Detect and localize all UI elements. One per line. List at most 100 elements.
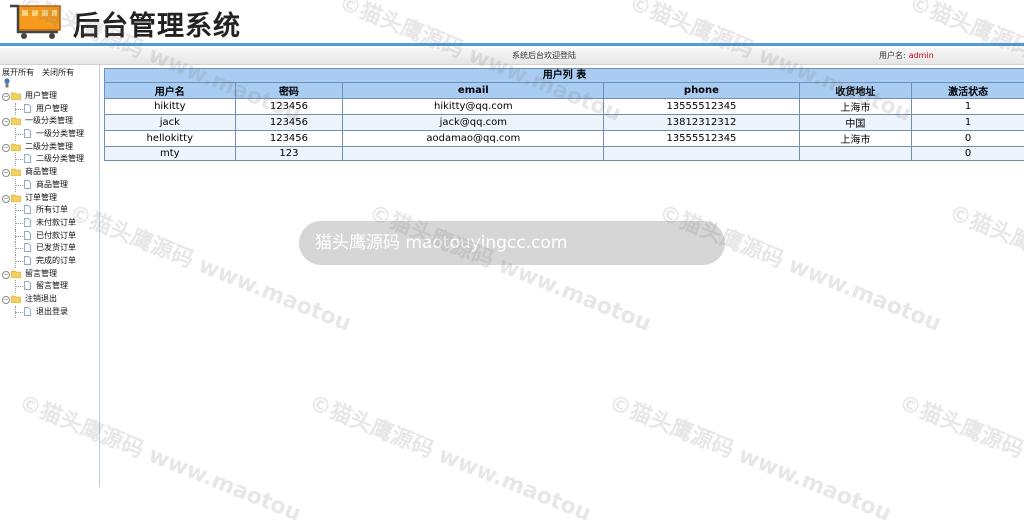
collapse-toggle-icon[interactable]: −	[2, 169, 10, 177]
document-icon	[24, 281, 31, 290]
tree-line	[15, 286, 23, 287]
table-cell: hikitty@qq.com	[343, 99, 604, 115]
status-bar: 系统后台欢迎登陆 用户名:admin	[0, 48, 1024, 65]
column-header: 激活状态	[912, 83, 1024, 99]
sidebar-group[interactable]: − 二级分类管理	[0, 141, 99, 154]
sidebar-item[interactable]: 已付款订单	[0, 230, 99, 243]
document-icon	[24, 218, 31, 227]
sidebar-item[interactable]: 二级分类管理	[0, 153, 99, 166]
table-cell: 13812312312	[604, 115, 799, 131]
table-row[interactable]: jack123456jack@qq.com13812312312中国1	[105, 115, 1024, 131]
table-cell: 0	[912, 147, 1024, 161]
sidebar-item[interactable]: 已发货订单	[0, 242, 99, 255]
sidebar-item[interactable]: 未付款订单	[0, 217, 99, 230]
table-row[interactable]: mty123 0	[105, 147, 1024, 161]
collapse-toggle-icon[interactable]: −	[2, 118, 10, 126]
shopping-cart-icon	[8, 2, 64, 40]
sidebar-item[interactable]: 退出登录	[0, 306, 99, 319]
column-header: 密码	[235, 83, 343, 99]
table-cell	[799, 147, 912, 161]
watermark-banner: 猫头鹰源码 maotouyingcc.com	[299, 221, 725, 265]
sidebar-group-label: 一级分类管理	[25, 115, 73, 128]
document-icon	[24, 129, 31, 138]
sidebar-item[interactable]: 留言管理	[0, 280, 99, 293]
folder-icon	[11, 92, 21, 100]
user-label: 用户名:	[879, 51, 906, 60]
app-header: 后台管理系统	[0, 0, 1024, 44]
collapse-toggle-icon[interactable]: −	[2, 144, 10, 152]
table-cell: 1	[912, 115, 1024, 131]
sidebar-item[interactable]: 完成的订单	[0, 255, 99, 268]
sidebar-item-label: 已发货订单	[36, 242, 76, 255]
tree-line	[15, 261, 23, 262]
app-title: 后台管理系统	[73, 4, 241, 43]
sidebar-group-label: 用户管理	[25, 90, 57, 103]
sidebar-group[interactable]: − 一级分类管理	[0, 115, 99, 128]
sidebar-group[interactable]: −商品管理	[0, 166, 99, 179]
header-divider	[0, 43, 1024, 46]
table-cell: 123456	[235, 115, 343, 131]
sidebar-item-label: 未付款订单	[36, 217, 76, 230]
table-row[interactable]: hikitty123456hikitty@qq.com13555512345上海…	[105, 99, 1024, 115]
folder-icon	[11, 143, 21, 151]
document-icon	[24, 180, 31, 189]
column-header: email	[343, 83, 604, 99]
watermark-text: ©猫头鹰源码 www.maotouyingcc.com	[605, 385, 895, 527]
document-icon	[24, 243, 31, 252]
sidebar: 展开所有关闭所有 −用户管理用户管理−一级分类管理一级分类管理−二级分类管理二级…	[0, 65, 100, 487]
collapse-toggle-icon[interactable]: −	[2, 271, 10, 279]
sidebar-item-label: 一级分类管理	[36, 128, 84, 141]
table-cell: 1	[912, 99, 1024, 115]
document-icon	[24, 256, 31, 265]
sidebar-group-label: 留言管理	[25, 268, 57, 281]
sidebar-group-label: 二级分类管理	[25, 141, 73, 154]
collapse-toggle-icon[interactable]: −	[2, 296, 10, 304]
document-icon	[24, 231, 31, 240]
document-icon	[24, 154, 31, 163]
watermark-text: ©猫头鹰源码 www.maotouyingcc.com	[65, 195, 355, 337]
watermark-text: ©猫头鹰源码 www.maotouyingcc.com	[895, 385, 1024, 527]
folder-icon	[11, 295, 21, 303]
table-row[interactable]: hellokitty123456aodamao@qq.com1355551234…	[105, 131, 1024, 147]
table-cell: 123456	[235, 131, 343, 147]
collapse-all-link[interactable]: 关闭所有	[42, 68, 74, 77]
collapse-toggle-icon[interactable]: −	[2, 93, 10, 101]
sidebar-group[interactable]: − 注销退出	[0, 293, 99, 306]
table-cell: mty	[105, 147, 236, 161]
sidebar-group-label: 订单管理	[25, 192, 57, 205]
sidebar-group[interactable]: − 订单管理	[0, 192, 99, 205]
tree-line	[15, 248, 23, 249]
folder-icon	[11, 168, 21, 176]
expand-all-link[interactable]: 展开所有	[2, 68, 34, 77]
tree-line	[15, 236, 23, 237]
sidebar-group-label: 注销退出	[25, 293, 57, 306]
column-header: 用户名	[105, 83, 236, 99]
tree-line	[15, 210, 23, 211]
folder-icon	[11, 270, 21, 278]
sidebar-item[interactable]: 所有订单	[0, 204, 99, 217]
table-cell: 123	[235, 147, 343, 161]
user-table: 用户列 表 用户名密码emailphone收货地址激活状态 hikitty123…	[104, 68, 1024, 161]
tree-line	[15, 159, 23, 160]
watermark-text: ©猫头鹰源码 www.maotouyingcc.com	[305, 385, 595, 527]
sidebar-item[interactable]: 商品管理	[0, 179, 99, 192]
table-cell: jack	[105, 115, 236, 131]
tree-line	[15, 312, 23, 313]
folder-icon	[11, 117, 21, 125]
sidebar-item[interactable]: 一级分类管理	[0, 128, 99, 141]
sidebar-group[interactable]: − 用户管理	[0, 90, 99, 103]
table-cell: jack@qq.com	[343, 115, 604, 131]
collapse-toggle-icon[interactable]: −	[2, 195, 10, 203]
sidebar-item[interactable]: 用户管理	[0, 103, 99, 116]
table-cell: 123456	[235, 99, 343, 115]
table-cell: aodamao@qq.com	[343, 131, 604, 147]
root-node-icon[interactable]	[3, 78, 11, 88]
sidebar-item-label: 商品管理	[36, 179, 68, 192]
sidebar-item-label: 留言管理	[36, 280, 68, 293]
sidebar-group[interactable]: − 留言管理	[0, 268, 99, 281]
table-header-row: 用户名密码emailphone收货地址激活状态	[105, 83, 1024, 99]
table-cell: 上海市	[799, 131, 912, 147]
tree-line	[15, 185, 23, 186]
tree-line	[15, 134, 23, 135]
document-icon	[24, 205, 31, 214]
